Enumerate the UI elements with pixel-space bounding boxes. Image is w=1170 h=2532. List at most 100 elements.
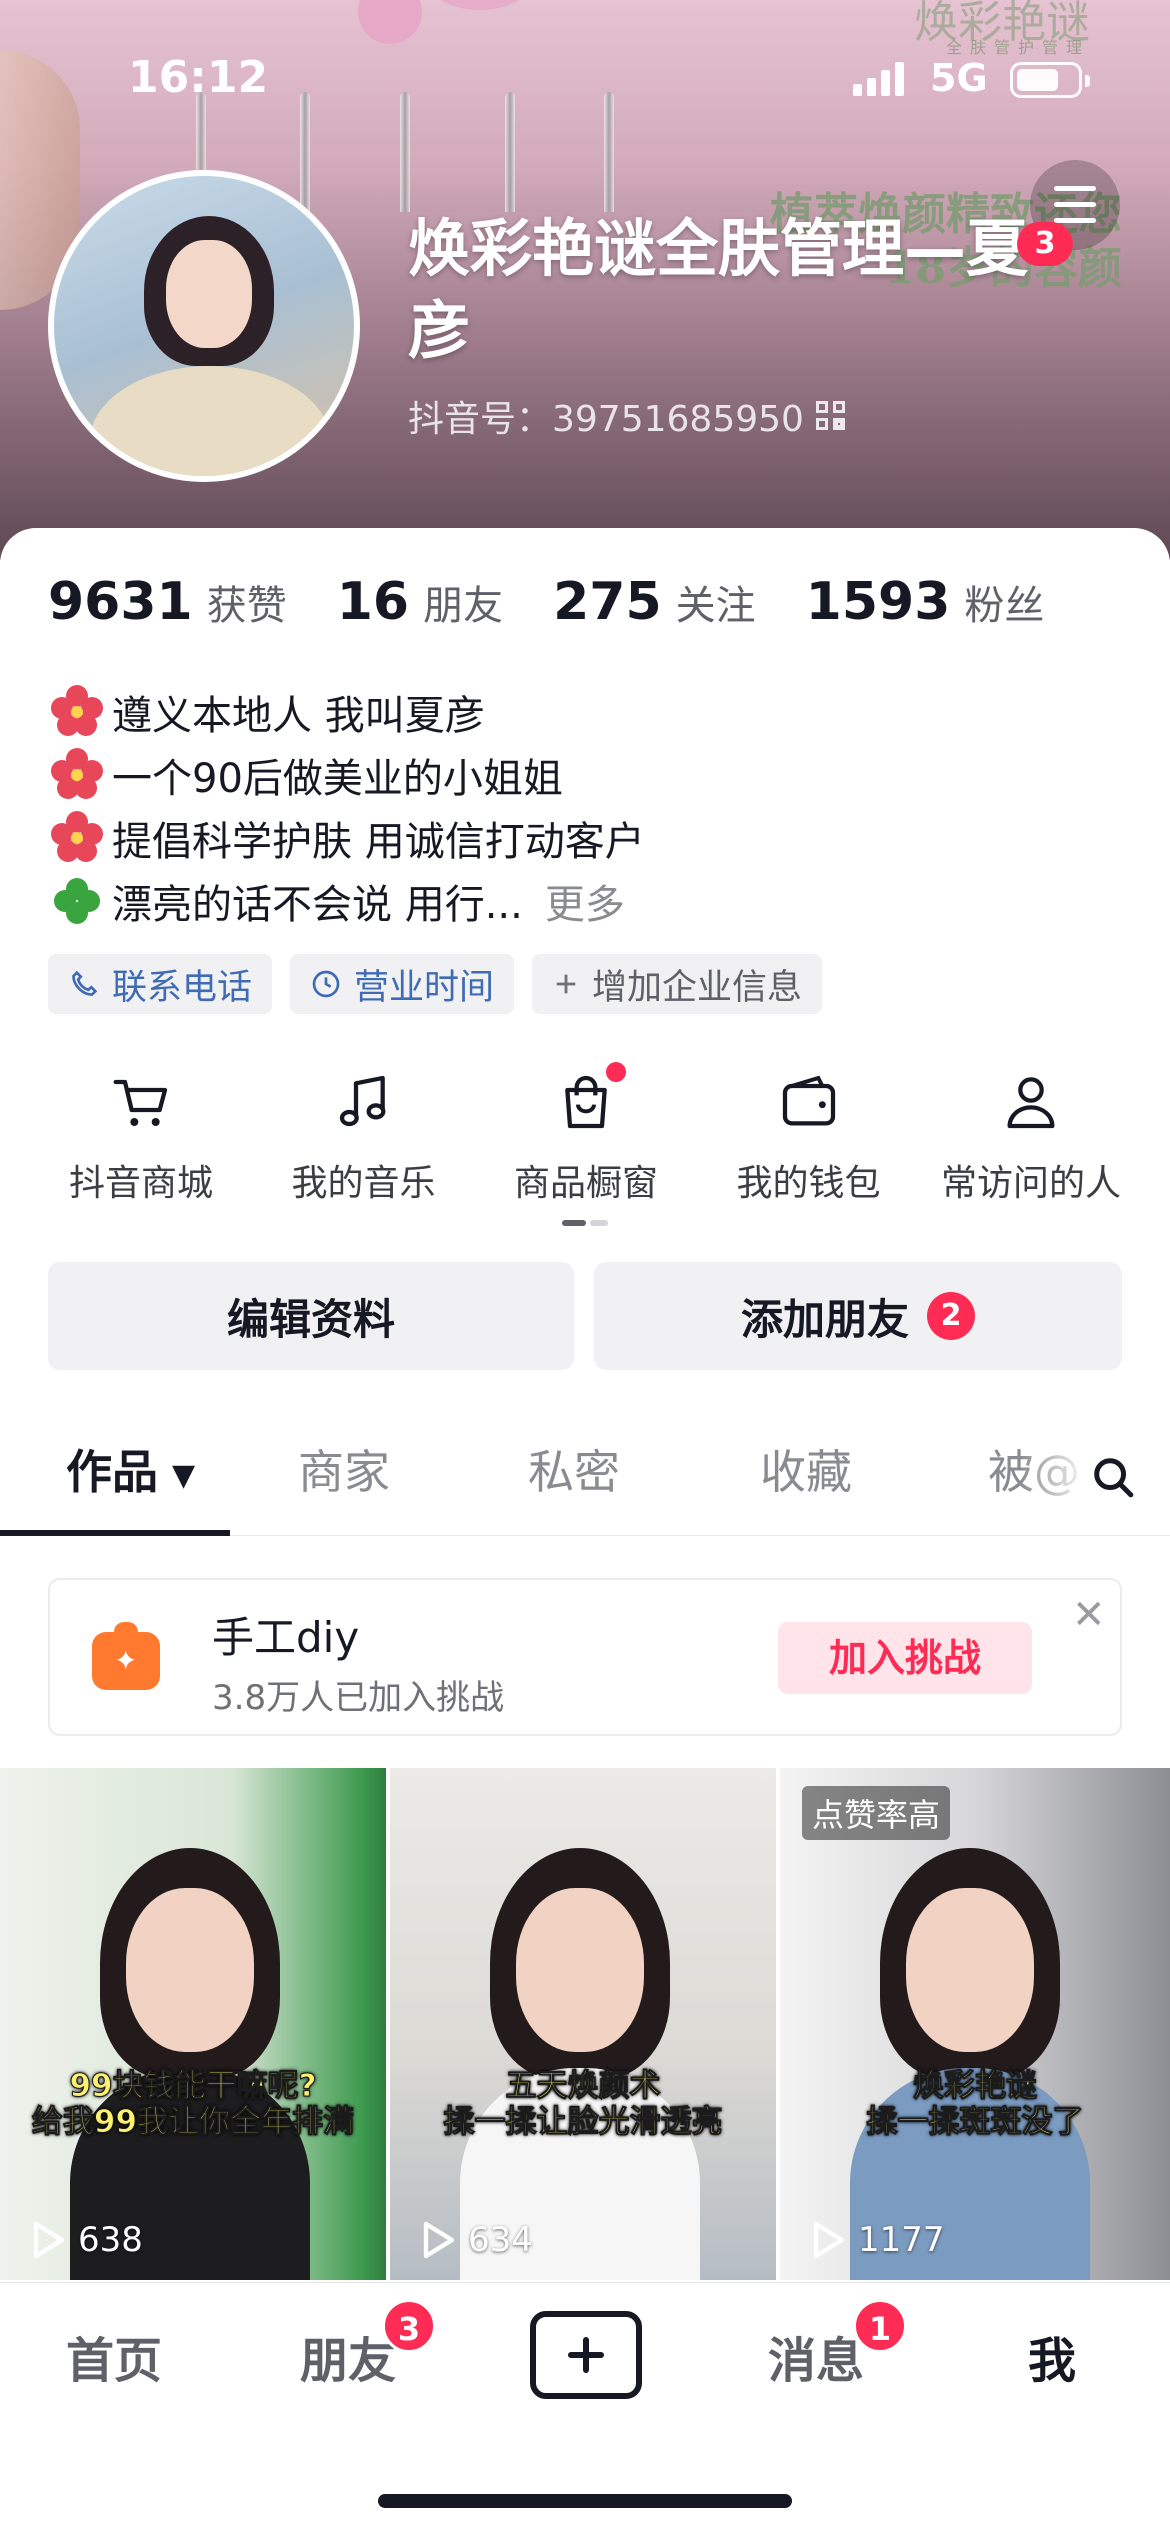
profile-stats: 9631 获赞 16 朋友 275 关注 1593 粉丝 (48, 572, 1094, 632)
tab-works[interactable]: 作品 ▼ (66, 1436, 195, 1502)
edit-profile-button[interactable]: 编辑资料 (48, 1262, 574, 1370)
stat-value: 1593 (805, 572, 951, 632)
content-tabs: 作品▼ 商家 私密 收藏 被@ (0, 1414, 1170, 1536)
tab-label: 作品 (66, 1445, 158, 1499)
challenge-title: 手工diy (212, 1613, 360, 1662)
video-caption: 焕彩艳谜 揉一揉斑斑没了 (866, 2068, 1084, 2141)
tag-add-business-info[interactable]: 增加企业信息 (532, 954, 823, 1014)
stat-label: 关注 (675, 583, 756, 629)
play-count: 634 (420, 2220, 533, 2260)
stat-label: 朋友 (423, 583, 504, 629)
shortcut-douyin-mall[interactable]: 抖音商城 (36, 1070, 246, 1206)
close-icon[interactable]: ✕ (1072, 1592, 1106, 1638)
video-caption: 99块钱能干嘛呢? 给我99我让你全年排满 (31, 2068, 355, 2141)
shopping-bag-icon (565, 1075, 607, 1129)
notification-dot (606, 1062, 626, 1082)
stat-label: 粉丝 (964, 583, 1045, 629)
shortcut-product-showcase[interactable]: 商品橱窗 (481, 1062, 691, 1206)
shortcut-frequent-visitors[interactable]: 常访问的人 (926, 1070, 1136, 1206)
music-note-icon (339, 1075, 385, 1127)
search-icon[interactable] (1090, 1454, 1136, 1500)
shortcut-my-wallet[interactable]: 我的钱包 (704, 1070, 914, 1206)
hibiscus-icon (50, 684, 104, 739)
join-challenge-button[interactable]: 加入挑战 (778, 1622, 1032, 1694)
hibiscus-icon (50, 747, 104, 802)
menu-badge: 3 (1017, 222, 1073, 266)
tab-merchant[interactable]: 商家 (298, 1436, 390, 1502)
profile-bio[interactable]: 遵义本地人 我叫夏彦 一个90后做美业的小姐姐 提倡科学护肤 用诚信打动客户 漂… (50, 680, 1050, 932)
stat-label: 获赞 (206, 583, 287, 629)
profile-screen: 焕彩艳谜 全肤管护管理 植萃焕颜精致还您18岁的容颜 16:12 5G 焕彩艳谜… (0, 0, 1170, 2532)
profile-display-name: 焕彩艳谜全肤管理—夏彦 (408, 212, 1029, 367)
shortcut-label: 常访问的人 (940, 1163, 1121, 1204)
person-icon (1007, 1077, 1055, 1129)
stat-likes[interactable]: 9631 获赞 (48, 572, 287, 632)
play-icon (423, 2221, 455, 2259)
tab-private[interactable]: 私密 (528, 1436, 620, 1502)
bio-line: 漂亮的话不会说 用行... 更多 (50, 869, 1050, 932)
active-tab-indicator (0, 1530, 230, 1536)
battery-icon (1010, 62, 1090, 98)
douyin-id: 抖音号：39751685950 (408, 399, 804, 440)
video-grid: 99块钱能干嘛呢? 给我99我让你全年排满 638 五天焕颜术 揉一揉让脸光滑透亮 … (0, 1768, 1170, 2280)
shortcut-label: 我的音乐 (291, 1163, 436, 1204)
tab-label: 商家 (298, 1445, 390, 1499)
bio-line: 遵义本地人 我叫夏彦 (50, 680, 1050, 743)
clover-icon (50, 874, 104, 928)
add-friend-badge: 2 (927, 1292, 975, 1340)
plus-icon (556, 974, 576, 994)
tag-label: 增加企业信息 (592, 967, 803, 1008)
bio-text: 遵义本地人 我叫夏彦 (112, 692, 485, 739)
high-like-rate-label: 点赞率高 (802, 1786, 951, 1840)
tag-label: 联系电话 (112, 967, 253, 1008)
stat-friends[interactable]: 16 朋友 (337, 572, 503, 632)
bio-text: 漂亮的话不会说 用行... (112, 881, 523, 928)
camera-sparkle-icon: ✦ (92, 1622, 160, 1690)
shortcut-row: 抖音商城 我的音乐 商品橱窗 我的钱包 常访问的人 (36, 1062, 1136, 1206)
nav-messages[interactable]: 消息 (768, 2321, 864, 2391)
stat-value: 9631 (48, 572, 193, 632)
play-icon (33, 2221, 65, 2259)
tag-label: 营业时间 (354, 967, 495, 1008)
nav-home[interactable]: 首页 (66, 2321, 162, 2391)
tag-business-hours[interactable]: 营业时间 (290, 954, 515, 1014)
clock-icon (312, 970, 340, 998)
stat-value: 275 (553, 572, 662, 632)
add-friend-button[interactable]: 添加朋友 2 (594, 1262, 1122, 1370)
tag-contact-phone[interactable]: 联系电话 (48, 954, 273, 1014)
stat-following[interactable]: 275 关注 (553, 572, 756, 632)
douyin-id-row[interactable]: 抖音号：39751685950 (408, 390, 846, 442)
video-thumbnail[interactable]: 99块钱能干嘛呢? 给我99我让你全年排满 638 (0, 1768, 386, 2280)
avatar[interactable] (48, 170, 360, 482)
video-thumbnail[interactable]: 点赞率高 焕彩艳谜 揉一揉斑斑没了 1177 (780, 1768, 1170, 2280)
tab-label: 收藏 (760, 1445, 852, 1499)
nav-me[interactable]: 我 (1028, 2321, 1076, 2391)
shortcut-pager (562, 1220, 608, 1226)
button-label: 编辑资料 (226, 1294, 395, 1344)
bio-line: 提倡科学护肤 用诚信打动客户 (50, 806, 1050, 869)
button-label: 添加朋友 (740, 1294, 909, 1344)
play-count: 1177 (810, 2220, 945, 2260)
tab-label: 私密 (528, 1445, 620, 1499)
shortcut-label: 商品橱窗 (513, 1163, 658, 1204)
qr-code-icon[interactable] (815, 401, 846, 431)
video-caption: 五天焕颜术 揉一揉让脸光滑透亮 (443, 2068, 723, 2141)
cart-icon (113, 1079, 168, 1126)
video-thumbnail[interactable]: 五天焕颜术 揉一揉让脸光滑透亮 634 (390, 1768, 776, 2280)
status-time: 16:12 (128, 52, 269, 103)
bio-more-link[interactable]: 更多 (545, 872, 625, 930)
tab-favorites[interactable]: 收藏 (760, 1436, 852, 1502)
tab-overflow-fade (1020, 1414, 1090, 1534)
shortcut-my-music[interactable]: 我的音乐 (259, 1070, 469, 1206)
phone-icon (72, 970, 98, 996)
stat-followers[interactable]: 1593 粉丝 (806, 572, 1045, 632)
status-bar: 16:12 5G (0, 40, 1170, 120)
caret-down-icon: ▼ (172, 1458, 196, 1493)
wallet-icon (782, 1075, 835, 1126)
shortcut-label: 抖音商城 (68, 1163, 213, 1204)
create-post-button[interactable] (530, 2311, 642, 2399)
bio-line: 一个90后做美业的小姐姐 (50, 743, 1050, 806)
bio-text: 一个90后做美业的小姐姐 (112, 755, 563, 802)
challenge-banner[interactable]: ✦ 手工diy 3.8万人已加入挑战 加入挑战 ✕ (48, 1578, 1122, 1736)
friends-badge: 3 (382, 2299, 436, 2353)
